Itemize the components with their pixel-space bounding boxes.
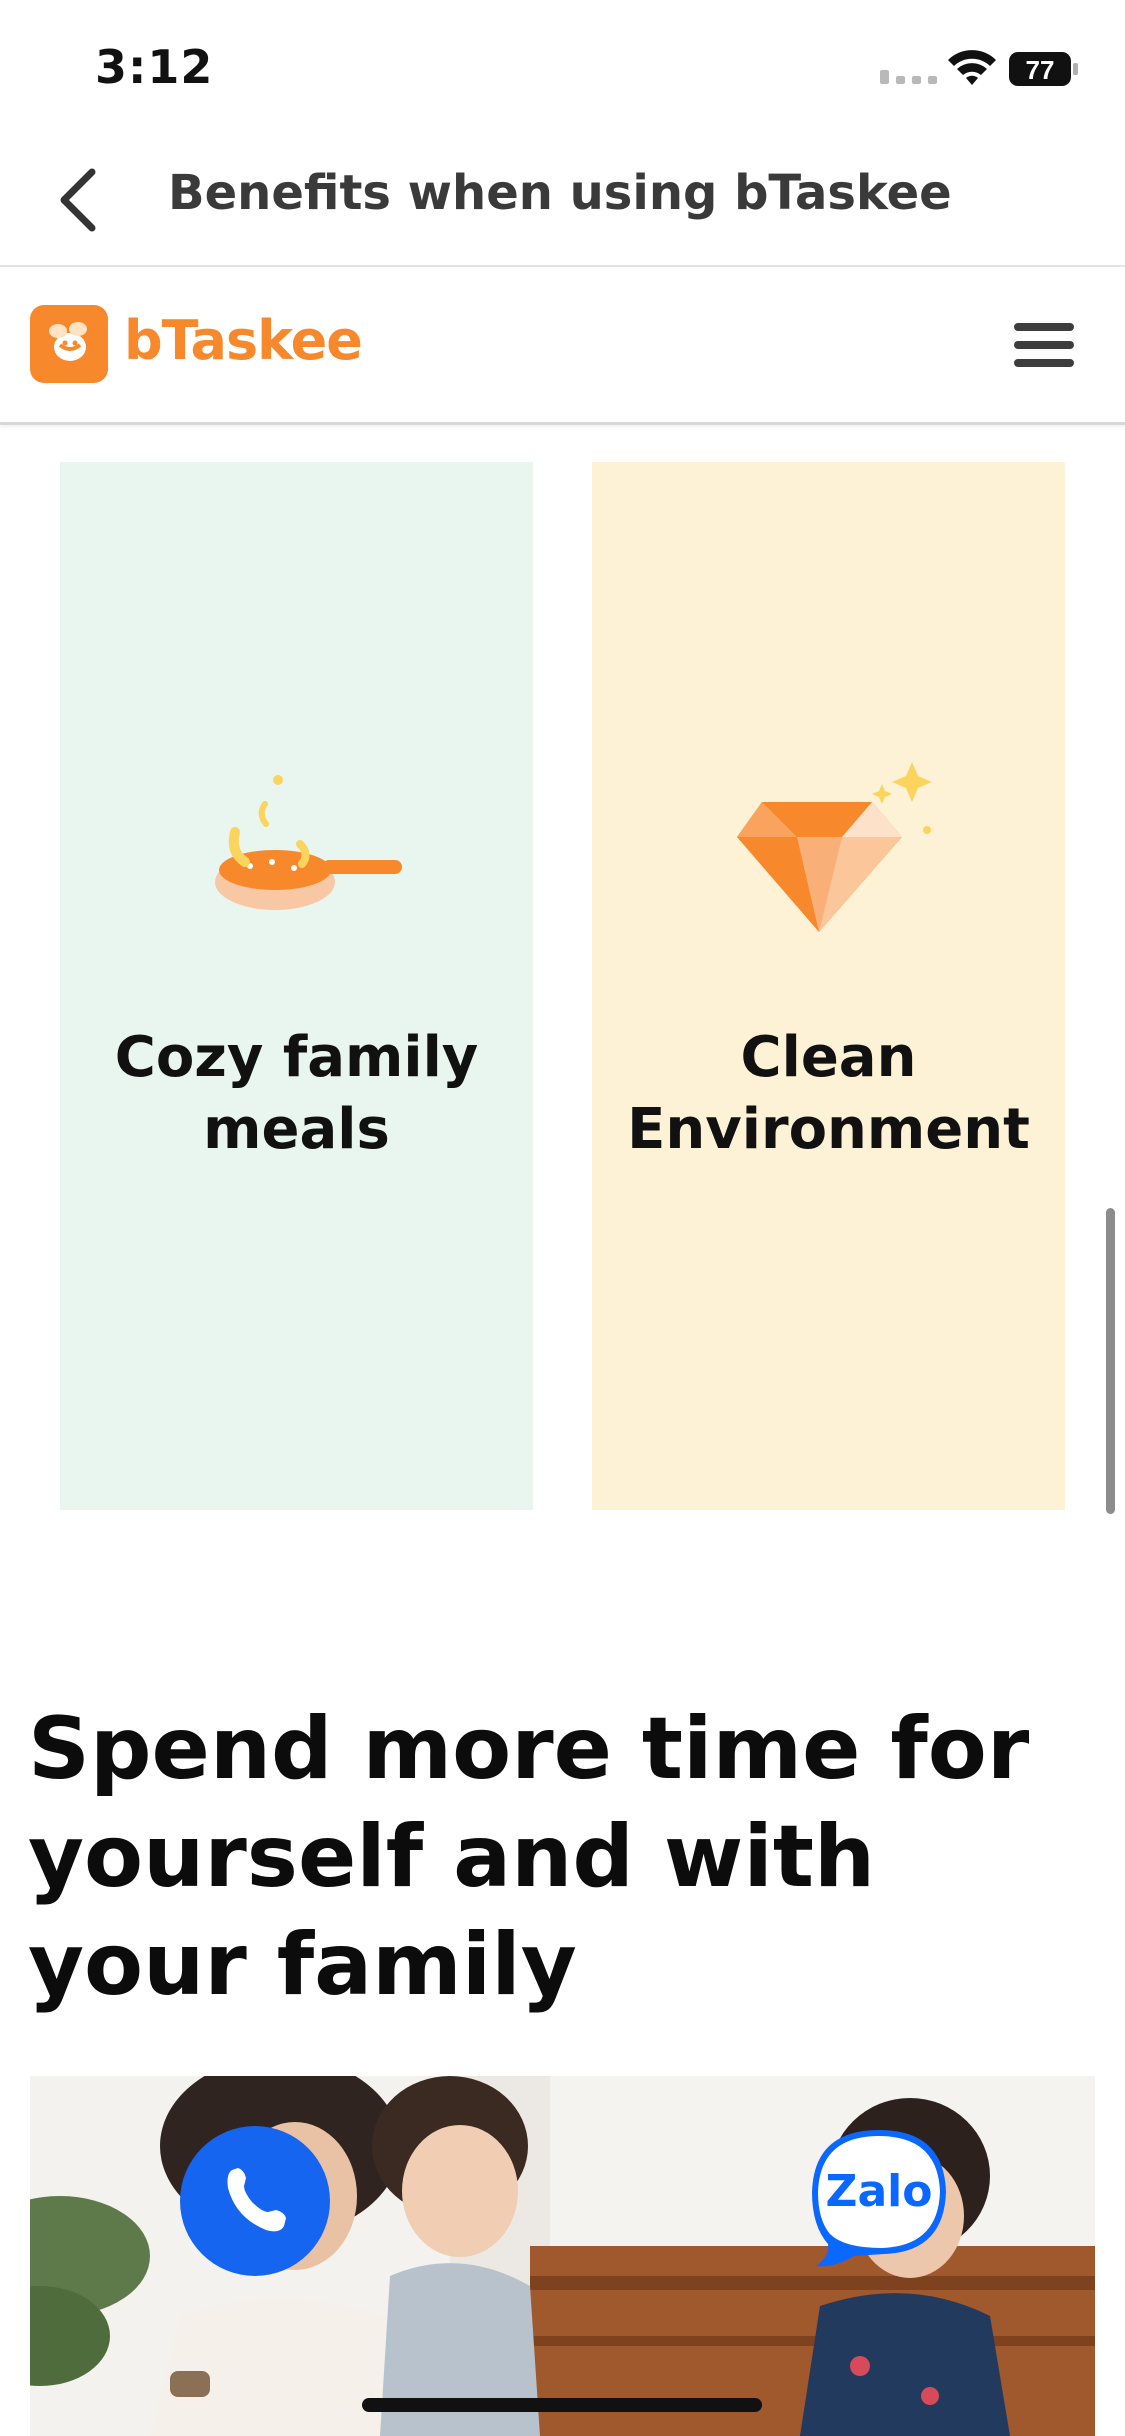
zalo-label: Zalo: [825, 2166, 933, 2217]
call-button[interactable]: [180, 2126, 330, 2276]
battery-icon: 77: [1009, 52, 1078, 86]
card-title: Cozy family meals: [114, 1025, 479, 1162]
benefit-card-clean-environment: Clean Environment: [592, 462, 1065, 1510]
home-indicator[interactable]: [362, 2398, 762, 2412]
logo-text: bTaskee: [124, 309, 363, 372]
battery-level: 77: [1026, 55, 1055, 85]
cellular-signal-icon: [880, 70, 937, 84]
status-bar: 3:12 77: [0, 0, 1125, 135]
frying-pan-icon: [215, 775, 402, 910]
diamond-icon: [737, 762, 932, 932]
card-title: Clean Environment: [627, 1025, 1030, 1162]
benefit-card-family-meals: Cozy family meals: [60, 462, 533, 1510]
nav-header: Benefits when using bTaskee: [0, 135, 1125, 267]
phone-icon: [227, 2168, 286, 2232]
back-button[interactable]: [40, 160, 120, 240]
scrollbar[interactable]: [1106, 1208, 1115, 1514]
logo[interactable]: [30, 305, 108, 383]
page-title: Benefits when using bTaskee: [168, 165, 952, 221]
section-heading: Spend more time for yourself and with yo…: [28, 1699, 1030, 2015]
menu-button[interactable]: [1010, 319, 1080, 371]
bee-icon: [49, 322, 87, 361]
zalo-button[interactable]: Zalo: [804, 2122, 954, 2272]
site-header: bTaskee: [0, 267, 1125, 425]
chevron-left-icon: [60, 168, 96, 232]
wifi-icon: [948, 50, 996, 85]
status-time: 3:12: [95, 40, 214, 94]
